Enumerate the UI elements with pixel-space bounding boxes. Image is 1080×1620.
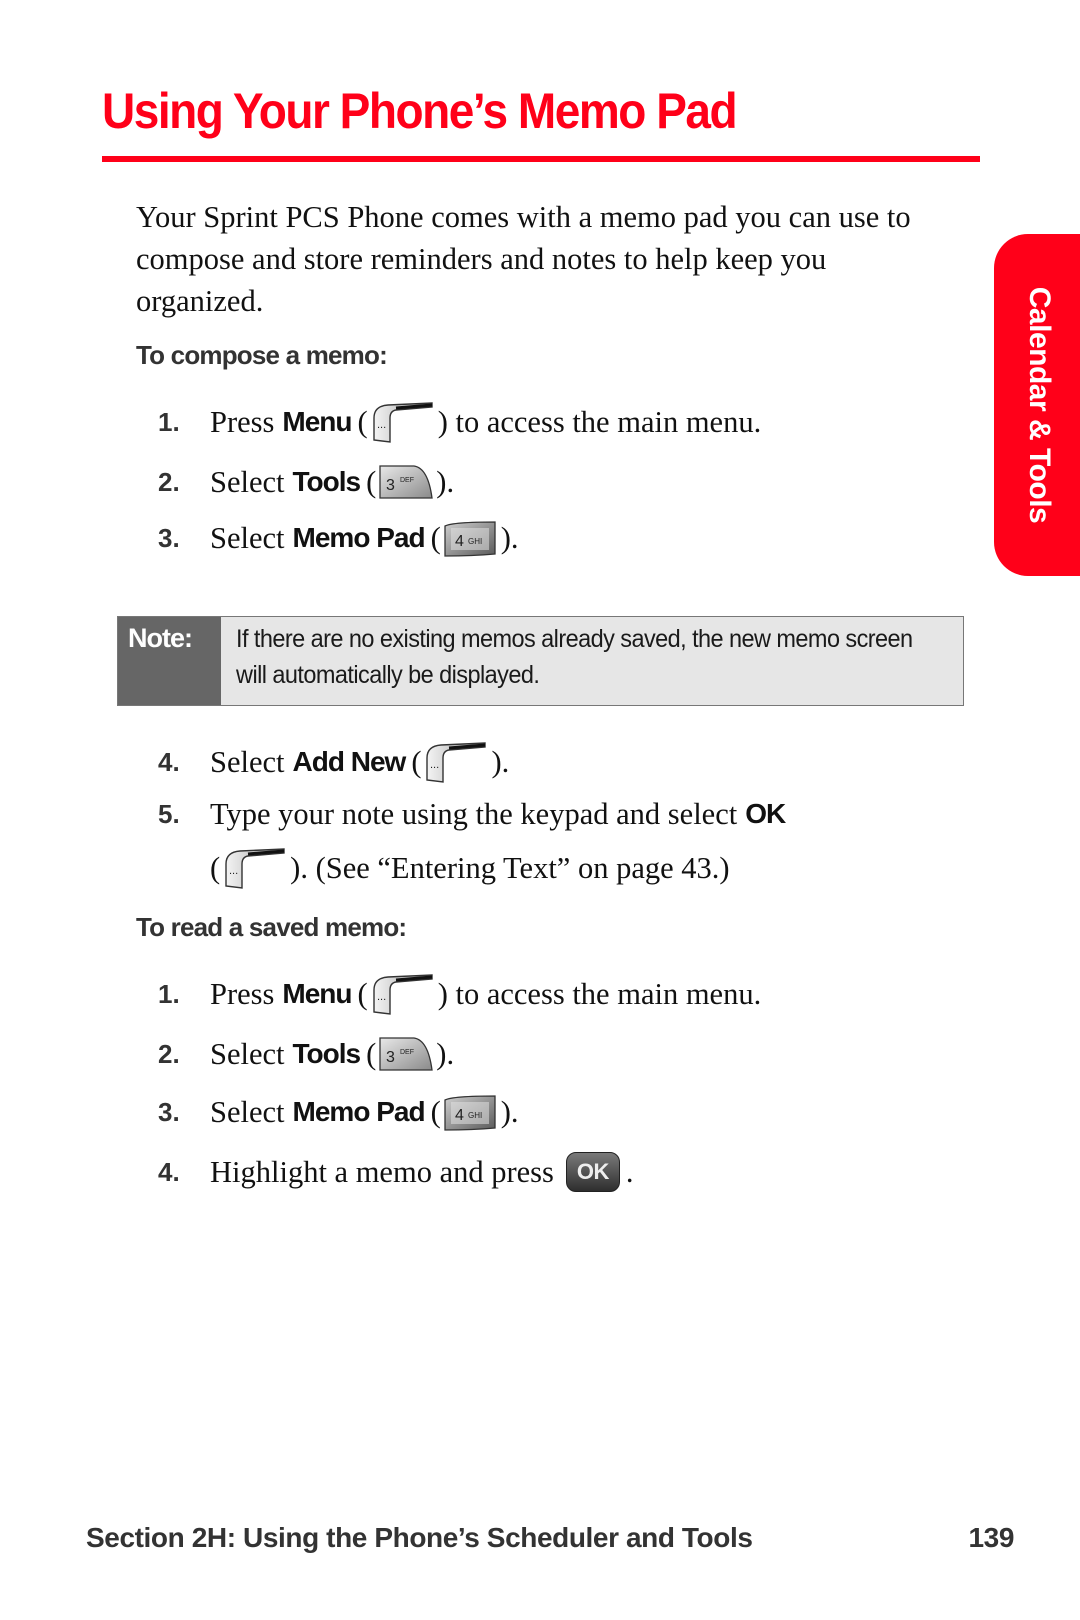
paren-open: (: [430, 1094, 441, 1129]
step-text: Select: [210, 1036, 285, 1071]
compose-step-3: 3. Select Memo Pad ( 4 GHI ).: [158, 516, 519, 560]
step-text-tail: ).: [500, 520, 519, 555]
step-keyword: Tools: [292, 1038, 362, 1069]
compose-step-1: 1. Press Menu ( ... ) to access the main…: [158, 400, 761, 444]
svg-text:3: 3: [386, 477, 395, 494]
svg-text:DEF: DEF: [400, 477, 414, 484]
step-text: Type your note using the keypad and sele…: [210, 796, 738, 831]
step-number: 1.: [158, 406, 180, 437]
paren-open: (: [210, 850, 221, 885]
step-text-tail: .: [625, 1154, 634, 1189]
svg-text:4: 4: [455, 1107, 464, 1124]
step-text-tail: ) to access the main menu.: [437, 404, 762, 439]
key-4-ghi-icon: 4 GHI: [443, 520, 499, 557]
read-step-3: 3. Select Memo Pad ( 4 GHI ).: [158, 1090, 519, 1134]
page-title: Using Your Phone’s Memo Pad: [102, 83, 738, 139]
step-number: 1.: [158, 978, 180, 1009]
menu-softkey-icon: ...: [370, 972, 436, 1016]
title-rule: [102, 156, 980, 162]
step-keyword: Tools: [292, 466, 362, 497]
svg-text:GHI: GHI: [468, 537, 482, 546]
svg-text:...: ...: [377, 991, 386, 1003]
step-text-tail: ).: [500, 1094, 519, 1129]
section-side-tab: Calendar & Tools: [994, 234, 1080, 576]
paren-open: (: [366, 464, 377, 499]
step-text: Press: [210, 404, 275, 439]
page-number: 139: [968, 1522, 1014, 1553]
compose-step-2: 2. Select Tools ( 3 DEF ).: [158, 460, 454, 504]
svg-text:DEF: DEF: [400, 1049, 414, 1056]
read-heading: To read a saved memo:: [136, 912, 407, 942]
step-text: Highlight a memo and press: [210, 1154, 554, 1189]
manual-page: Using Your Phone’s Memo Pad Calendar & T…: [0, 0, 1080, 1620]
step-text-tail: ).: [491, 744, 510, 779]
step-number: 4.: [158, 746, 180, 777]
page-footer: Section 2H: Using the Phone’s Scheduler …: [86, 1522, 1014, 1554]
step-keyword: Menu: [282, 978, 352, 1009]
menu-softkey-icon: ...: [370, 400, 436, 444]
step-text-tail: ).: [436, 464, 455, 499]
footer-section-title: Section 2H: Using the Phone’s Scheduler …: [86, 1522, 753, 1553]
step-text: Press: [210, 976, 275, 1011]
menu-softkey-icon: ...: [222, 846, 288, 890]
compose-step-5-continued: ( ... ). (See “Entering Text” on page 43…: [210, 846, 730, 890]
svg-text:...: ...: [377, 419, 386, 431]
step-number: 4.: [158, 1156, 180, 1187]
compose-step-5: 5. Type your note using the keypad and s…: [158, 792, 791, 836]
compose-step-4: 4. Select Add New ( ... ).: [158, 740, 509, 784]
key-3-def-icon: 3 DEF: [378, 464, 434, 500]
paren-open: (: [357, 976, 368, 1011]
step-text: Select: [210, 464, 285, 499]
step-text-tail: ) to access the main menu.: [437, 976, 762, 1011]
paren-open: (: [357, 404, 368, 439]
read-step-2: 2. Select Tools ( 3 DEF ).: [158, 1032, 454, 1076]
step-text-tail: ). (See “Entering Text” on page 43.): [290, 850, 730, 885]
note-box: Note: If there are no existing memos alr…: [117, 616, 964, 706]
step-keyword: Memo Pad: [292, 1096, 426, 1127]
step-number: 3.: [158, 522, 180, 553]
read-step-1: 1. Press Menu ( ... ) to access the main…: [158, 972, 761, 1016]
step-number: 2.: [158, 466, 180, 497]
key-4-ghi-icon: 4 GHI: [443, 1094, 499, 1131]
svg-text:4: 4: [455, 533, 464, 550]
svg-text:GHI: GHI: [468, 1111, 482, 1120]
step-keyword: Memo Pad: [292, 522, 426, 553]
svg-text:...: ...: [430, 759, 439, 771]
step-number: 2.: [158, 1038, 180, 1069]
step-number: 3.: [158, 1096, 180, 1127]
ok-key-icon: OK: [565, 1152, 620, 1192]
step-number: 5.: [158, 798, 180, 829]
step-keyword: Add New: [292, 746, 407, 777]
svg-text:3: 3: [386, 1049, 395, 1066]
read-step-4: 4. Highlight a memo and press OK .: [158, 1150, 634, 1194]
note-label: Note:: [118, 617, 221, 705]
step-text: Select: [210, 520, 285, 555]
paren-open: (: [366, 1036, 377, 1071]
key-3-def-icon: 3 DEF: [378, 1036, 434, 1072]
side-tab-label: Calendar & Tools: [1023, 286, 1056, 524]
step-keyword: OK: [745, 798, 786, 829]
step-text-tail: ).: [436, 1036, 455, 1071]
svg-text:...: ...: [229, 865, 238, 877]
step-text: Select: [210, 1094, 285, 1129]
intro-paragraph: Your Sprint PCS Phone comes with a memo …: [136, 200, 911, 318]
step-text: Select: [210, 744, 285, 779]
note-text: If there are no existing memos already s…: [236, 625, 913, 689]
compose-heading: To compose a memo:: [136, 340, 388, 370]
paren-open: (: [430, 520, 441, 555]
paren-open: (: [411, 744, 422, 779]
menu-softkey-icon: ...: [423, 740, 489, 784]
step-keyword: Menu: [282, 406, 352, 437]
